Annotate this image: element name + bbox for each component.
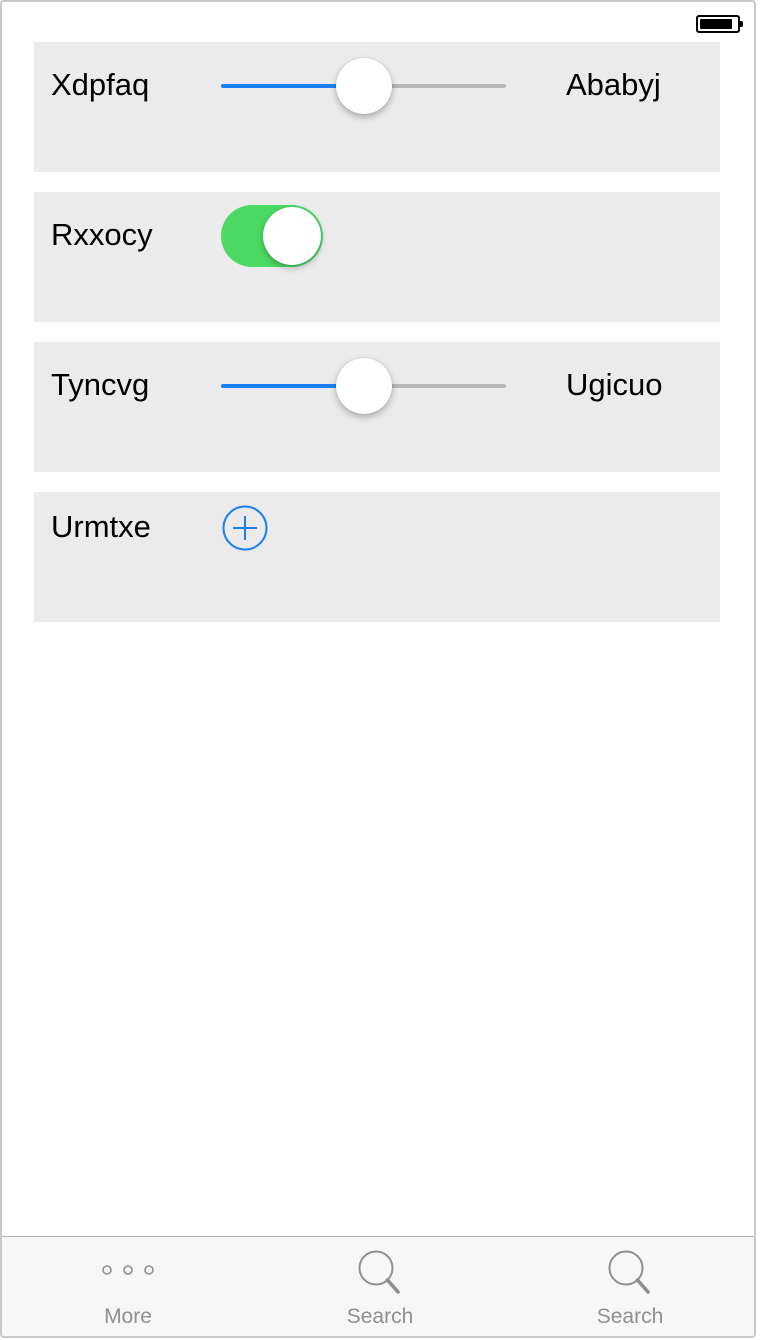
row-value-label: Ugicuo bbox=[566, 367, 663, 402]
slider-xdpfaq[interactable] bbox=[221, 58, 506, 114]
tab-search[interactable]: Search bbox=[254, 1237, 506, 1336]
search-icon bbox=[358, 1250, 400, 1294]
tab-label: More bbox=[104, 1305, 152, 1328]
row-label: Xdpfaq bbox=[51, 67, 150, 102]
add-circle-icon[interactable] bbox=[221, 504, 269, 552]
slider-thumb[interactable] bbox=[335, 358, 392, 414]
row-label: Rxxocy bbox=[51, 217, 153, 252]
slider-tyncvg[interactable] bbox=[221, 358, 506, 414]
settings-row-tyncvg: Tyncvg Ugicuo bbox=[34, 342, 720, 472]
settings-row-xdpfaq: Xdpfaq Ababyj bbox=[34, 42, 720, 172]
status-bar bbox=[2, 2, 754, 42]
search-icon bbox=[608, 1250, 650, 1294]
row-label: Tyncvg bbox=[51, 367, 150, 402]
tab-label: Search bbox=[596, 1305, 664, 1328]
settings-row-urmtxe: Urmtxe bbox=[34, 492, 720, 622]
toggle-switch-rxxocy[interactable] bbox=[221, 205, 323, 267]
battery-icon bbox=[696, 15, 743, 33]
slider-thumb[interactable] bbox=[335, 58, 392, 114]
toggle-knob bbox=[263, 207, 321, 265]
row-value-label: Ababyj bbox=[566, 67, 661, 102]
tab-more[interactable]: More bbox=[2, 1237, 254, 1336]
tab-label: Search bbox=[346, 1305, 414, 1328]
tab-search-2[interactable]: Search bbox=[504, 1237, 754, 1336]
tab-bar: More Search Search bbox=[2, 1236, 754, 1336]
more-icon bbox=[102, 1265, 154, 1275]
app-screen: Xdpfaq Ababyj Rxxocy Tyncvg Ugicuo Urmtx… bbox=[0, 0, 756, 1338]
row-label: Urmtxe bbox=[51, 509, 151, 544]
settings-row-rxxocy: Rxxocy bbox=[34, 192, 720, 322]
